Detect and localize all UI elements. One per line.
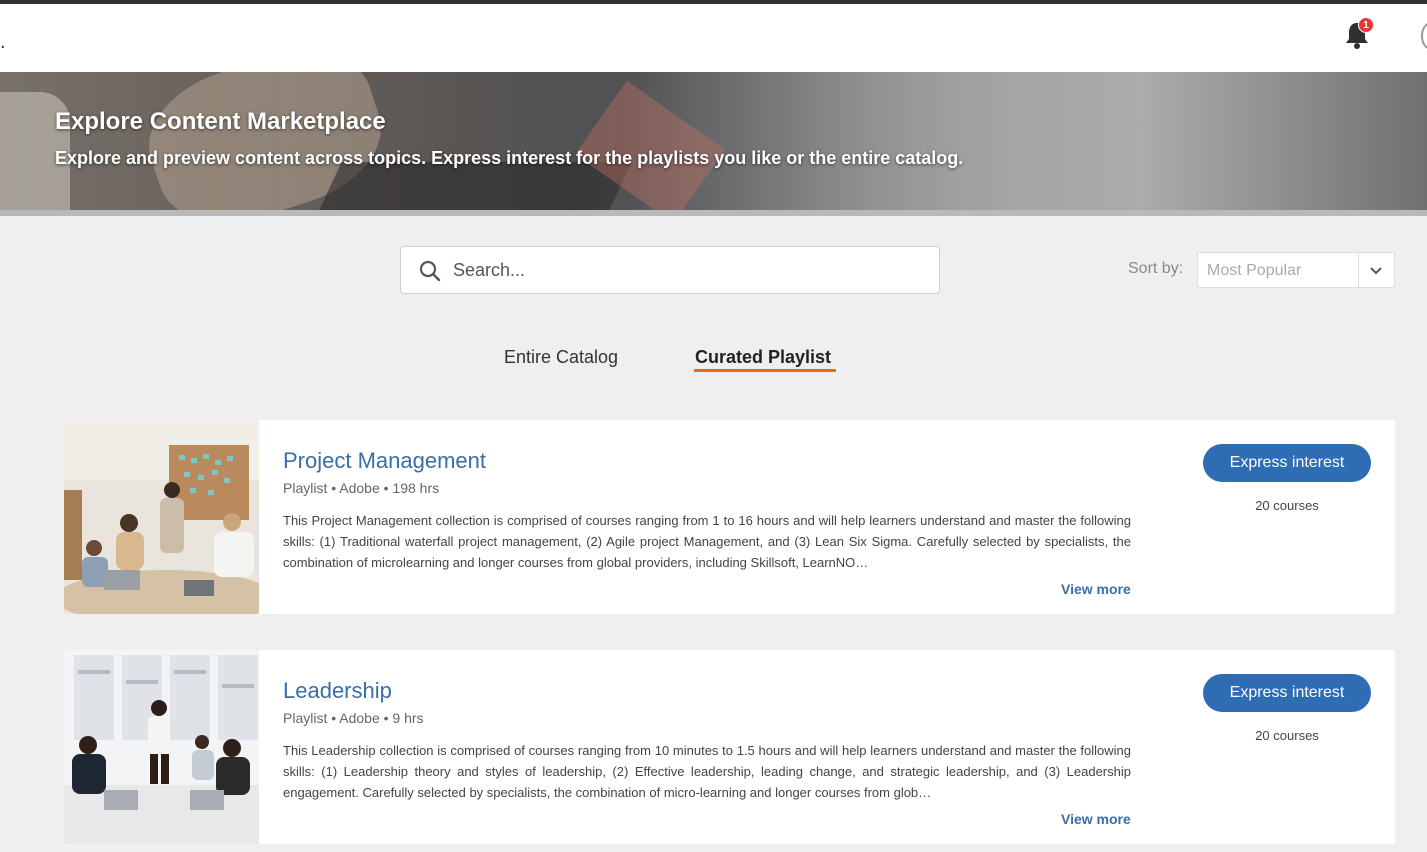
tab-curated-playlist[interactable]: Curated Playlist (695, 347, 831, 368)
page-subtitle: Explore and preview content across topic… (55, 148, 964, 168)
top-header: . (0, 4, 1427, 72)
express-interest-button[interactable]: Express interest (1203, 674, 1371, 712)
sort-value: Most Popular (1207, 262, 1302, 279)
sort-label: Sort by: (1128, 260, 1184, 277)
header-leading-char: . (0, 31, 6, 53)
view-more-link[interactable]: View more (1061, 581, 1131, 597)
playlist-title[interactable]: Leadership (283, 678, 392, 704)
playlist-thumbnail (64, 420, 259, 614)
active-tab-indicator (694, 369, 836, 372)
playlist-description: This Project Management collection is co… (283, 513, 1131, 570)
course-count: 20 courses (1255, 728, 1319, 743)
playlist-card-project-management: Project Management Playlist • Adobe • 19… (64, 420, 1395, 614)
search-icon (419, 260, 441, 282)
playlist-title[interactable]: Project Management (283, 448, 486, 474)
page-title: Explore Content Marketplace (55, 108, 386, 135)
view-more-link[interactable]: View more (1061, 811, 1131, 827)
course-count: 20 courses (1255, 498, 1319, 513)
banner-divider (0, 210, 1427, 216)
playlist-meta: Playlist • Adobe • 9 hrs (283, 710, 424, 726)
search-input[interactable] (453, 255, 923, 285)
search-box[interactable] (400, 246, 940, 294)
playlist-meta: Playlist • Adobe • 198 hrs (283, 480, 440, 496)
hero-banner (0, 72, 1427, 214)
chevron-down-icon (1370, 267, 1382, 275)
playlist-card-leadership: Leadership Playlist • Adobe • 9 hrs This… (64, 650, 1395, 844)
express-interest-button[interactable]: Express interest (1203, 444, 1371, 482)
playlist-thumbnail (64, 650, 259, 844)
playlist-description: This Leadership collection is comprised … (283, 743, 1131, 800)
notification-badge: 1 (1358, 17, 1374, 33)
tab-entire-catalog[interactable]: Entire Catalog (504, 347, 618, 368)
sort-dropdown[interactable]: Most Popular (1197, 252, 1395, 288)
